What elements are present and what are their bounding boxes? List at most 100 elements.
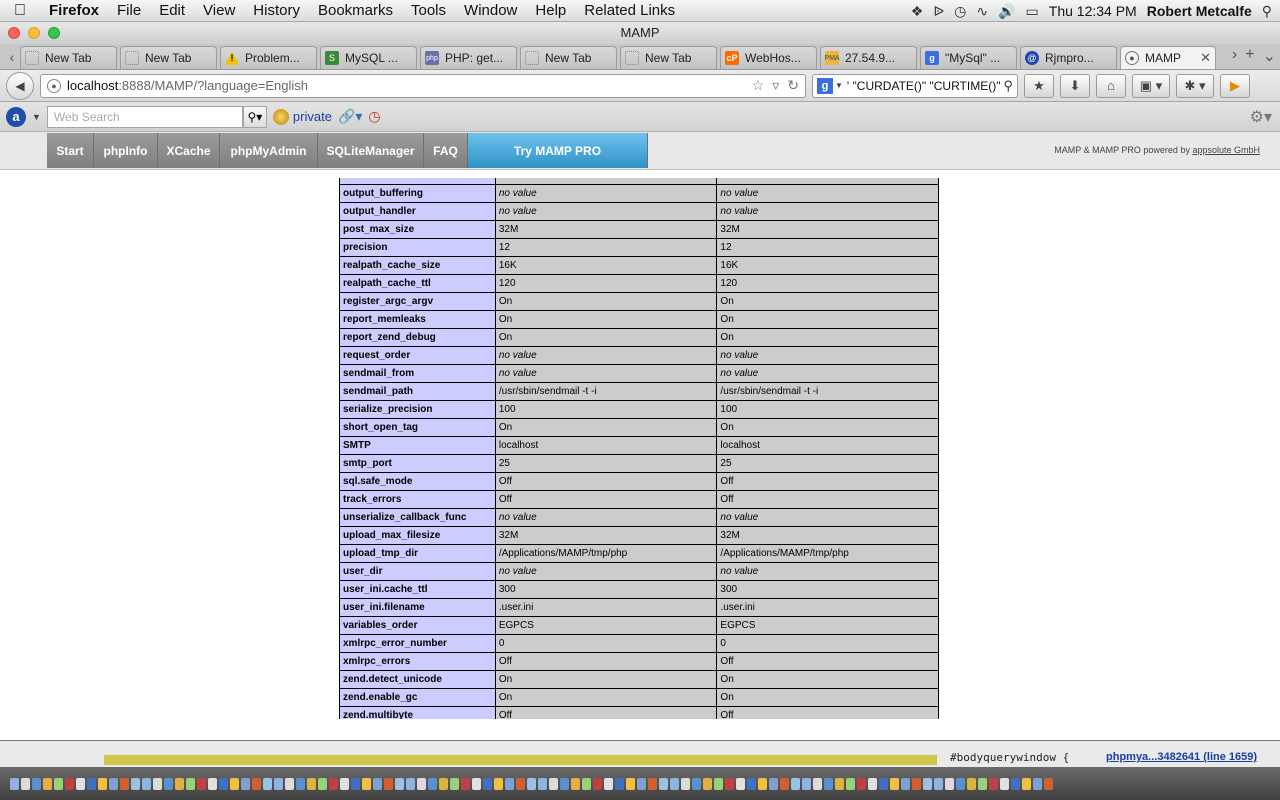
play-button[interactable]: ▶ bbox=[1220, 73, 1250, 98]
menu-bookmarks[interactable]: Bookmarks bbox=[309, 2, 402, 19]
dock-item-icon[interactable] bbox=[296, 777, 305, 790]
firebug-button[interactable]: ✱ ▾ bbox=[1176, 73, 1214, 98]
menubar-user[interactable]: Robert Metcalfe bbox=[1147, 3, 1252, 19]
menu-edit[interactable]: Edit bbox=[150, 2, 194, 19]
zoom-window-button[interactable] bbox=[48, 27, 60, 39]
dock-item-icon[interactable] bbox=[725, 777, 734, 790]
dock-item-icon[interactable] bbox=[428, 777, 437, 790]
dock-item-icon[interactable] bbox=[450, 777, 459, 790]
dock-item-icon[interactable] bbox=[153, 777, 162, 790]
dock-item-icon[interactable] bbox=[648, 777, 657, 790]
dock-item-icon[interactable] bbox=[670, 777, 679, 790]
dock-item-icon[interactable] bbox=[351, 777, 360, 790]
menu-history[interactable]: History bbox=[244, 2, 309, 19]
ask-dropdown-icon[interactable]: ▼ bbox=[32, 112, 41, 122]
menubar-clock[interactable]: Thu 12:34 PM bbox=[1049, 3, 1137, 19]
dock-item-icon[interactable] bbox=[747, 777, 756, 790]
web-search-input[interactable]: Web Search bbox=[46, 105, 243, 128]
dock-item-icon[interactable] bbox=[362, 777, 371, 790]
dock-item-icon[interactable] bbox=[439, 777, 448, 790]
dock-item-icon[interactable] bbox=[560, 777, 569, 790]
dock-item-icon[interactable] bbox=[571, 777, 580, 790]
dock-item-icon[interactable] bbox=[923, 777, 932, 790]
dock-item-icon[interactable] bbox=[142, 777, 151, 790]
time-machine-icon[interactable]: ◷ bbox=[954, 3, 966, 20]
url-bar[interactable]: ● localhost:8888/MAMP/?language=English … bbox=[40, 73, 806, 98]
dock-item-icon[interactable] bbox=[1011, 777, 1020, 790]
addon-bookmark-button[interactable]: ★ bbox=[1024, 73, 1054, 98]
dock-item-icon[interactable] bbox=[384, 777, 393, 790]
menu-tools[interactable]: Tools bbox=[402, 2, 455, 19]
tab-problem[interactable]: ! Problem... bbox=[220, 46, 317, 69]
dock-item-icon[interactable] bbox=[461, 777, 470, 790]
menu-app-name[interactable]: Firefox bbox=[40, 2, 108, 19]
ask-logo-icon[interactable]: a bbox=[6, 106, 26, 127]
battery-icon[interactable]: ▭ bbox=[1026, 3, 1039, 20]
new-tab-icon[interactable]: + bbox=[1245, 46, 1254, 66]
bluetooth-icon[interactable]: ᐉ bbox=[933, 3, 944, 20]
mamp-nav-phpmyadmin[interactable]: phpMyAdmin bbox=[220, 133, 318, 168]
dock-item-icon[interactable] bbox=[659, 777, 668, 790]
dock-item-icon[interactable] bbox=[21, 777, 30, 790]
dock-item-icon[interactable] bbox=[758, 777, 767, 790]
search-bar[interactable]: g ▼ ' "CURDATE()" "CURTIME()" ⚲ bbox=[812, 73, 1018, 98]
wifi-icon[interactable]: ∿ bbox=[976, 3, 988, 20]
dock-item-icon[interactable] bbox=[802, 777, 811, 790]
close-tab-icon[interactable]: ✕ bbox=[1200, 50, 1211, 66]
dock-item-icon[interactable] bbox=[186, 777, 195, 790]
dock-item-icon[interactable] bbox=[54, 777, 63, 790]
dock-item-icon[interactable] bbox=[637, 777, 646, 790]
dock-item-icon[interactable] bbox=[901, 777, 910, 790]
dock-item-icon[interactable] bbox=[87, 777, 96, 790]
dock-item-icon[interactable] bbox=[395, 777, 404, 790]
dock-item-icon[interactable] bbox=[736, 777, 745, 790]
dock-item-icon[interactable] bbox=[791, 777, 800, 790]
dock-item-icon[interactable] bbox=[714, 777, 723, 790]
dock-item-icon[interactable] bbox=[98, 777, 107, 790]
tab-list-icon[interactable]: ⌄ bbox=[1263, 46, 1276, 66]
dock-item-icon[interactable] bbox=[274, 777, 283, 790]
url-dropdown-icon[interactable]: ▿ bbox=[772, 77, 779, 94]
dock-item-icon[interactable] bbox=[989, 777, 998, 790]
menu-view[interactable]: View bbox=[194, 2, 244, 19]
private-button[interactable]: private bbox=[272, 108, 332, 125]
mamp-nav-xcache[interactable]: XCache bbox=[158, 133, 220, 168]
dock-item-icon[interactable] bbox=[945, 777, 954, 790]
dock-item-icon[interactable] bbox=[263, 777, 272, 790]
dock-item-icon[interactable] bbox=[582, 777, 591, 790]
dock-item-icon[interactable] bbox=[857, 777, 866, 790]
search-icon[interactable]: ⚲ bbox=[1003, 77, 1013, 94]
tab-webhost[interactable]: cP WebHos... bbox=[720, 46, 817, 69]
dock-item-icon[interactable] bbox=[516, 777, 525, 790]
dock-item-icon[interactable] bbox=[890, 777, 899, 790]
dock-item-icon[interactable] bbox=[912, 777, 921, 790]
bookmarks-menu-button[interactable]: ▣ ▾ bbox=[1132, 73, 1170, 98]
mamp-nav-faq[interactable]: FAQ bbox=[424, 133, 468, 168]
dock-item-icon[interactable] bbox=[626, 777, 635, 790]
menu-window[interactable]: Window bbox=[455, 2, 526, 19]
dock-item-icon[interactable] bbox=[1033, 777, 1042, 790]
dock-item-icon[interactable] bbox=[406, 777, 415, 790]
dock-item-icon[interactable] bbox=[76, 777, 85, 790]
dock-item-icon[interactable] bbox=[329, 777, 338, 790]
tab-scroll-right-icon[interactable]: › bbox=[1232, 46, 1237, 66]
volume-icon[interactable]: 🔊 bbox=[998, 3, 1015, 20]
dock-item-icon[interactable] bbox=[769, 777, 778, 790]
dock-item-icon[interactable] bbox=[505, 777, 514, 790]
tab-php[interactable]: php PHP: get... bbox=[420, 46, 517, 69]
dock-item-icon[interactable] bbox=[538, 777, 547, 790]
back-button[interactable]: ◀ bbox=[6, 71, 34, 100]
dock-item-icon[interactable] bbox=[43, 777, 52, 790]
dock-item-icon[interactable] bbox=[175, 777, 184, 790]
dock-item-icon[interactable] bbox=[164, 777, 173, 790]
dock-item-icon[interactable] bbox=[846, 777, 855, 790]
dock-item-icon[interactable] bbox=[780, 777, 789, 790]
dock-item-icon[interactable] bbox=[65, 777, 74, 790]
dock-item-icon[interactable] bbox=[824, 777, 833, 790]
dock-item-icon[interactable] bbox=[197, 777, 206, 790]
dock-item-icon[interactable] bbox=[615, 777, 624, 790]
dropbox-icon[interactable]: ❖ bbox=[911, 3, 924, 20]
tab-new-tab-2[interactable]: New Tab bbox=[120, 46, 217, 69]
minimize-window-button[interactable] bbox=[28, 27, 40, 39]
tab-mysql[interactable]: S MySQL ... bbox=[320, 46, 417, 69]
